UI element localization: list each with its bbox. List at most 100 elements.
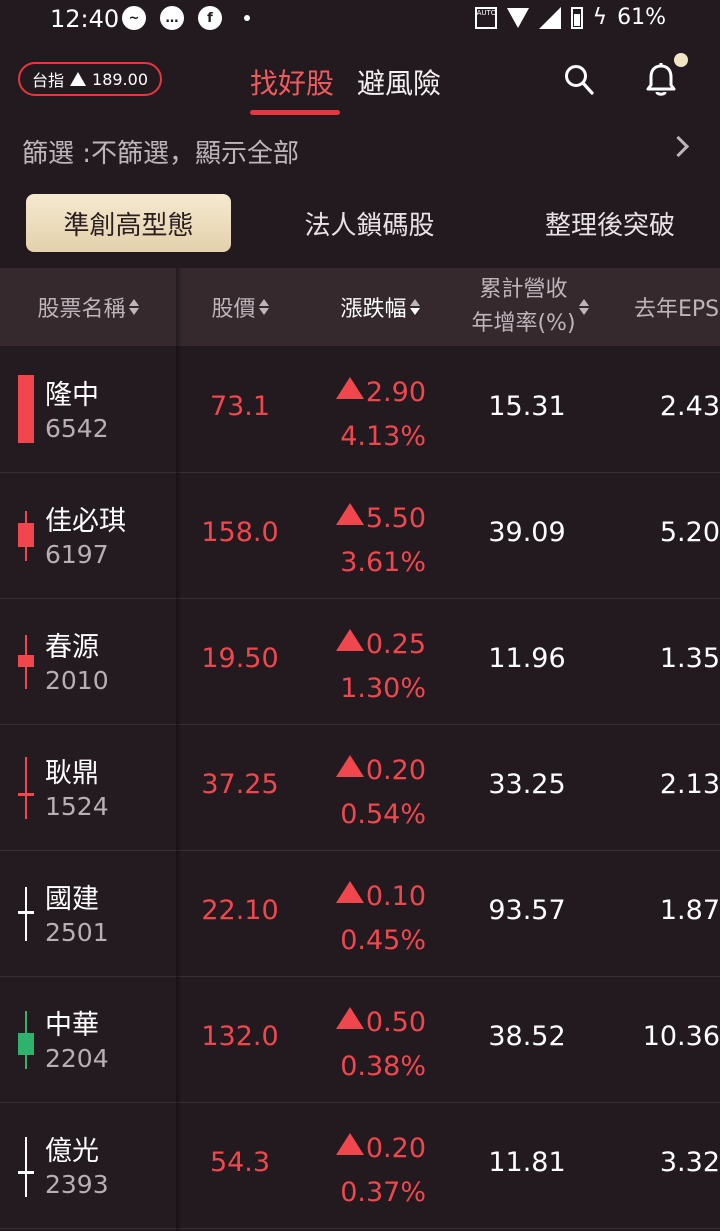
name-cell: 中華 2204 [0, 977, 176, 1102]
filter-row[interactable]: 篩選 :不篩選，顯示全部 [22, 133, 698, 169]
stock-name: 佳必琪 [45, 506, 126, 537]
name-cell: 耿鼎 1524 [0, 725, 176, 850]
up-triangle-icon [335, 629, 364, 651]
table-row[interactable]: 中華 2204 132.0 0.50 0.38% 38.52 10.36 [0, 977, 720, 1103]
table-header: 股票名稱 股價 漲跌幅 累計營收 年增率(%) 去年EPS [0, 268, 720, 346]
table-row[interactable]: 春源 2010 19.50 0.25 1.30% 11.96 1.35 [0, 599, 720, 725]
last-year-eps: 5.20 [659, 517, 720, 548]
stock-name: 耿鼎 [45, 758, 99, 789]
sort-icon [258, 299, 269, 315]
status-time: 12:40 [50, 5, 120, 33]
up-triangle-icon [335, 1133, 364, 1155]
column-name-label: 股票名稱 [37, 297, 126, 322]
battery-icon [570, 6, 583, 29]
stock-name: 億光 [45, 1136, 99, 1167]
chevron-right-icon [667, 135, 690, 158]
stock-price: 54.3 [209, 1147, 271, 1178]
table-row[interactable]: 億光 2393 54.3 0.20 0.37% 11.81 3.32 [0, 1103, 720, 1229]
column-header-change[interactable]: 漲跌幅 [304, 268, 456, 346]
revenue-yoy: 38.52 [488, 1021, 566, 1052]
column-revenue-label-1: 累計營收 [479, 277, 568, 302]
change-cell: 0.50 0.38% [318, 1001, 426, 1089]
revenue-yoy: 11.96 [488, 643, 566, 674]
table-row[interactable]: 耿鼎 1524 37.25 0.20 0.54% 33.25 2.13 [0, 725, 720, 851]
candlestick-icon [18, 1137, 34, 1197]
column-header-revenue-yoy[interactable]: 累計營收 年增率(%) [456, 268, 604, 346]
stock-code: 2501 [45, 918, 109, 947]
status-bar: 12:40 ~ … f AUTO ϟ 61% [0, 0, 720, 40]
candlestick-icon [18, 635, 34, 689]
table-row[interactable]: 國建 2501 22.10 0.10 0.45% 93.57 1.87 [0, 851, 720, 977]
stock-code: 2010 [45, 666, 109, 695]
last-year-eps: 1.87 [659, 895, 720, 926]
stock-price: 19.50 [201, 643, 279, 674]
index-badge[interactable]: 台指 189.00 [18, 62, 162, 96]
revenue-yoy: 15.31 [488, 391, 566, 422]
stock-name: 中華 [45, 1010, 99, 1041]
change-percent: 0.54% [340, 799, 426, 830]
change-cell: 0.10 0.45% [318, 875, 426, 963]
change-cell: 2.90 4.13% [318, 371, 426, 459]
sort-desc-icon [409, 299, 420, 315]
system-icons: AUTO ϟ 61% [474, 5, 666, 30]
chip-new-high-pattern[interactable]: 準創高型態 [26, 194, 231, 252]
change-value: 0.50 [365, 1007, 426, 1038]
up-triangle-icon [335, 881, 364, 903]
stock-code: 2393 [45, 1170, 109, 1199]
column-header-eps[interactable]: 去年EPS [604, 268, 720, 346]
table-row[interactable]: 佳必琪 6197 158.0 5.50 3.61% 39.09 5.20 [0, 473, 720, 599]
up-triangle-icon [335, 503, 364, 525]
column-header-name[interactable]: 股票名稱 [0, 268, 176, 346]
stock-code: 1524 [45, 792, 109, 821]
column-change-label: 漲跌幅 [340, 297, 407, 322]
candlestick-icon [18, 375, 34, 443]
filter-text: 篩選 :不篩選，顯示全部 [22, 139, 300, 169]
table-row[interactable]: 隆中 6542 73.1 2.90 4.13% 15.31 2.43 [0, 347, 720, 473]
notification-icons: ~ … f [122, 6, 250, 30]
signal-icon [538, 6, 561, 29]
last-year-eps: 3.32 [659, 1147, 720, 1178]
change-percent: 0.37% [340, 1177, 426, 1208]
index-change: 189.00 [92, 69, 148, 89]
stock-code: 6542 [45, 414, 109, 443]
column-divider-shadow [176, 268, 182, 1231]
column-header-price[interactable]: 股價 [176, 268, 304, 346]
column-price-label: 股價 [211, 297, 256, 322]
revenue-yoy: 93.57 [488, 895, 566, 926]
candlestick-icon [18, 757, 34, 819]
last-year-eps: 10.36 [642, 1021, 720, 1052]
up-triangle-icon [335, 755, 364, 777]
chip-breakout-after-consolidation[interactable]: 整理後突破 [520, 194, 700, 252]
name-cell: 隆中 6542 [0, 347, 176, 472]
stock-price: 158.0 [201, 517, 279, 548]
change-percent: 3.61% [340, 547, 426, 578]
stock-price: 37.25 [201, 769, 279, 800]
column-eps-label: 去年EPS [634, 297, 720, 322]
messenger-icon: ~ [122, 6, 146, 30]
facebook-icon: f [198, 6, 222, 30]
change-cell: 0.25 1.30% [318, 623, 426, 711]
revenue-yoy: 11.81 [488, 1147, 566, 1178]
battery-percent: 61% [617, 5, 666, 30]
chip-institutional-locked[interactable]: 法人鎖碼股 [282, 194, 457, 252]
change-percent: 0.38% [340, 1051, 426, 1082]
stock-code: 6197 [45, 540, 109, 569]
candlestick-icon [18, 887, 34, 941]
change-value: 0.25 [365, 629, 426, 660]
search-icon[interactable] [564, 64, 594, 96]
last-year-eps: 2.13 [659, 769, 720, 800]
revenue-yoy: 39.09 [488, 517, 566, 548]
name-cell: 春源 2010 [0, 599, 176, 724]
change-cell: 0.20 0.54% [318, 749, 426, 837]
active-tab-indicator [250, 110, 340, 115]
bell-icon[interactable] [644, 62, 678, 98]
tab-find-good-stocks[interactable]: 找好股 [250, 62, 334, 102]
auto-brightness-icon: AUTO [474, 6, 497, 29]
candlestick-icon [18, 1011, 34, 1069]
name-cell: 國建 2501 [0, 851, 176, 976]
candlestick-icon [18, 511, 34, 561]
tab-avoid-risk[interactable]: 避風險 [357, 62, 441, 102]
column-revenue-label-2: 年增率(%) [471, 311, 576, 336]
chat-bubble-icon: … [160, 6, 184, 30]
change-percent: 1.30% [340, 673, 426, 704]
